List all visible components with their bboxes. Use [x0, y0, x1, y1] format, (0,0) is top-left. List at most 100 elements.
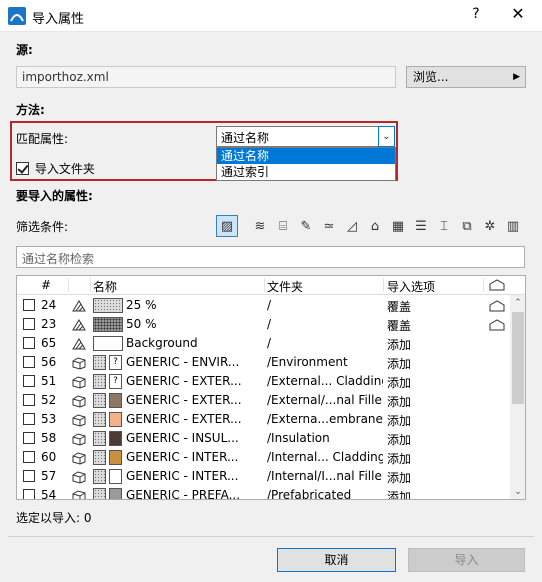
row-checkbox[interactable] [23, 451, 35, 463]
table-row[interactable]: 53 GENERIC - EXTER... /Externa...embrane 添加 [17, 410, 509, 429]
column-separator [383, 278, 384, 292]
row-import-option[interactable]: 覆盖 [387, 298, 411, 315]
mep-icon[interactable]: ✲ [479, 215, 501, 237]
scroll-up-icon[interactable]: ⌃ [510, 295, 525, 311]
browse-button[interactable]: 浏览... ▶ [406, 66, 526, 88]
column-header-import-option[interactable]: 导入选项 [387, 278, 435, 295]
dropdown-option-by-index[interactable]: 通过索引 [217, 164, 395, 180]
row-folder: /External... Cladding [267, 374, 383, 388]
table-row[interactable]: 56? GENERIC - ENVIR... /Environment 添加 [17, 353, 509, 372]
table-row[interactable]: 58 GENERIC - INSUL... /Insulation 添加 [17, 429, 509, 448]
archicad-icon [8, 7, 26, 25]
zone-icon[interactable]: ☰ [410, 215, 432, 237]
import-folders-row[interactable]: 导入文件夹 [16, 160, 95, 177]
row-import-option[interactable]: 添加 [387, 431, 411, 448]
row-import-option[interactable]: 覆盖 [387, 317, 411, 334]
composite-icon[interactable]: ⌸ [272, 215, 294, 237]
row-checkbox[interactable] [23, 413, 35, 425]
row-checkbox[interactable] [23, 470, 35, 482]
cut-fill-swatch [93, 469, 106, 484]
row-import-option[interactable]: 添加 [387, 393, 411, 410]
column-header-name[interactable]: 名称 [93, 278, 117, 295]
fill-type-icon [72, 319, 86, 331]
vertical-scrollbar[interactable]: ⌃ ⌄ [510, 295, 525, 499]
table-row[interactable]: 23 50 % / 覆盖 [17, 315, 509, 334]
cut-fill-swatch [93, 488, 106, 499]
building-material-icon [72, 414, 86, 427]
row-number: 60 [41, 450, 57, 464]
row-checkbox[interactable] [23, 394, 35, 406]
row-checkbox[interactable] [23, 318, 35, 330]
building-material-icon [72, 357, 86, 370]
unknown-surface-icon: ? [109, 374, 122, 389]
chevron-down-icon[interactable]: ⌄ [378, 126, 395, 147]
row-checkbox[interactable] [23, 375, 35, 387]
attributes-table: # 名称 文件夹 导入选项 24 25 % / 覆盖 23 50 % / 覆盖 65 Backgr… [16, 275, 526, 500]
row-import-option[interactable]: 添加 [387, 374, 411, 391]
match-dropdown-list: 通过名称 通过索引 [216, 147, 396, 181]
row-import-option[interactable]: 添加 [387, 412, 411, 429]
row-checkbox[interactable] [23, 432, 35, 444]
row-import-option[interactable]: 添加 [387, 488, 411, 499]
search-input[interactable]: 通过名称检索 [16, 246, 525, 268]
row-folder: /Environment [267, 355, 348, 369]
table-row[interactable]: 52 GENERIC - EXTER... /External/...nal Fil… [17, 391, 509, 410]
triangle-right-icon: ▶ [513, 72, 520, 82]
line-type-icon[interactable]: ≃ [318, 215, 340, 237]
building-material-icon[interactable]: ▦ [387, 215, 409, 237]
footer-divider [8, 536, 534, 537]
building-material-icon [72, 471, 86, 484]
cancel-button[interactable]: 取消 [277, 548, 396, 572]
import-button[interactable]: 导入 [408, 548, 525, 572]
help-button[interactable]: ? [468, 6, 484, 22]
table-row[interactable]: 60 GENERIC - INTER... /Internal... Claddin… [17, 448, 509, 467]
row-checkbox[interactable] [23, 356, 35, 368]
source-label: 源: [16, 43, 33, 57]
column-header-folder[interactable]: 文件夹 [267, 278, 303, 295]
row-name: Background [126, 336, 198, 350]
building-material-icon [72, 433, 86, 446]
match-attributes-select[interactable]: 通过名称 [216, 126, 395, 147]
surface-color-swatch [109, 412, 122, 427]
table-row[interactable]: 51? GENERIC - EXTER... /External... Claddi… [17, 372, 509, 391]
row-folder: /Insulation [267, 431, 330, 445]
cut-fill-swatch [93, 450, 106, 465]
cut-fill-swatch [93, 393, 106, 408]
profile-section-icon[interactable]: ⌶ [433, 215, 455, 237]
house-icon [489, 300, 505, 312]
scroll-down-icon[interactable]: ⌄ [510, 484, 525, 499]
scroll-thumb[interactable] [512, 312, 524, 404]
row-checkbox[interactable] [23, 299, 35, 311]
close-button[interactable]: ✕ [508, 4, 528, 23]
row-import-option[interactable]: 添加 [387, 355, 411, 372]
surface-icon[interactable]: ⧉ [456, 215, 478, 237]
row-name: GENERIC - EXTER... [126, 393, 242, 407]
fill-type-icon[interactable]: ◿ [341, 215, 363, 237]
row-import-option[interactable]: 添加 [387, 336, 411, 353]
profile-icon[interactable]: ⌂ [364, 215, 386, 237]
row-checkbox[interactable] [23, 337, 35, 349]
column-separator [68, 278, 69, 292]
column-header-number[interactable]: # [41, 278, 51, 292]
row-import-option[interactable]: 添加 [387, 450, 411, 467]
table-row[interactable]: 24 25 % / 覆盖 [17, 296, 509, 315]
row-folder: / [267, 317, 272, 331]
row-import-option[interactable]: 添加 [387, 469, 411, 486]
pen-icon[interactable]: ✎ [295, 215, 317, 237]
table-row[interactable]: 54 GENERIC - PREFA... /Prefabricated 添加 [17, 486, 509, 499]
dropdown-option-by-name[interactable]: 通过名称 [217, 148, 395, 164]
cut-fill-swatch [93, 374, 106, 389]
fill-filter-icon[interactable]: ▨ [216, 215, 238, 237]
building-material-icon [72, 452, 86, 465]
import-folders-checkbox[interactable] [16, 162, 29, 175]
table-row[interactable]: 57 GENERIC - INTER... /Internal/I...nal Fi… [17, 467, 509, 486]
cut-fill-swatch [93, 431, 106, 446]
table-row[interactable]: 65 Background / 添加 [17, 334, 509, 353]
row-checkbox[interactable] [23, 489, 35, 499]
table-icon[interactable]: ▥ [502, 215, 524, 237]
row-number: 56 [41, 355, 57, 369]
attributes-label: 要导入的属性: [16, 189, 93, 203]
layer-icon[interactable]: ≋ [249, 215, 271, 237]
surface-color-swatch [109, 469, 122, 484]
match-attributes-label: 匹配属性: [16, 132, 69, 146]
